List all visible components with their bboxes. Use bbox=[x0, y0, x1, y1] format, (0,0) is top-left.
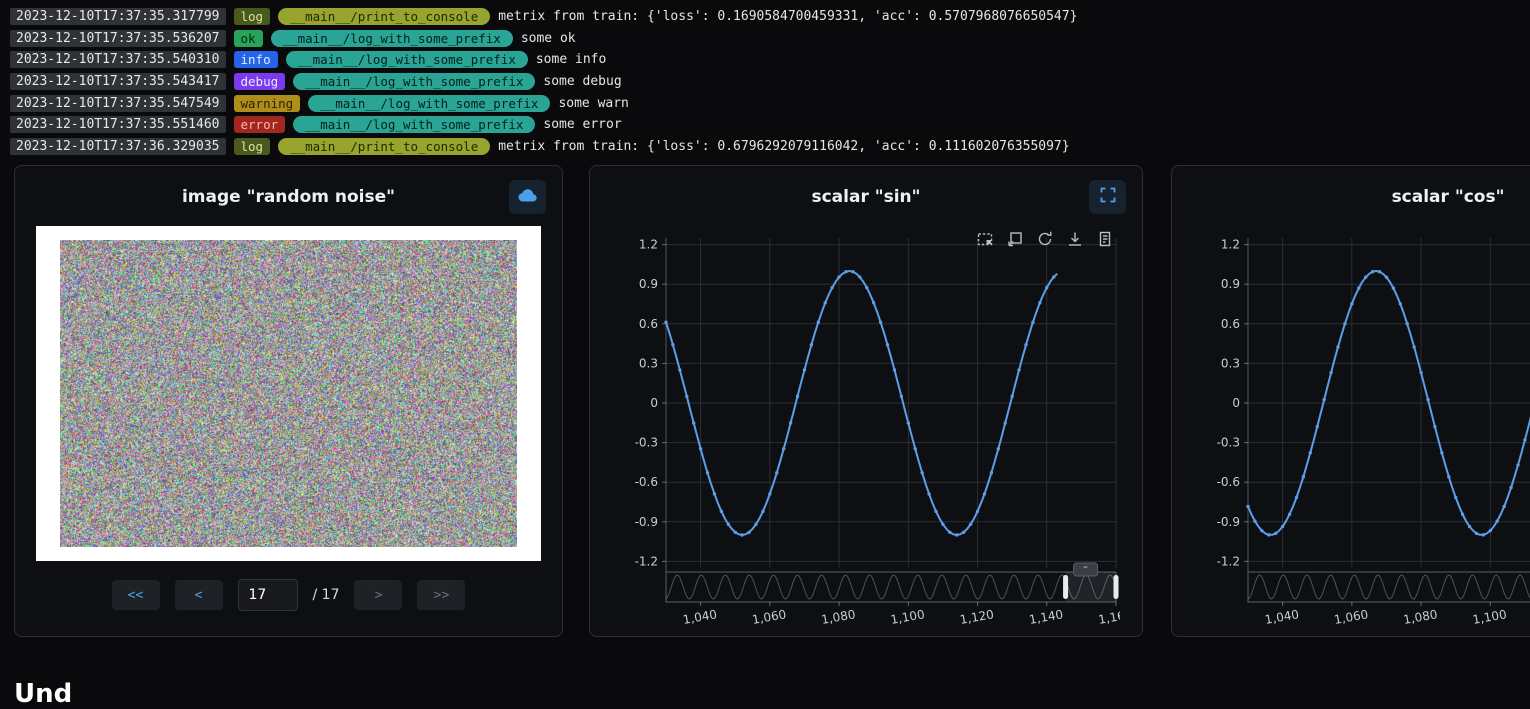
svg-text:‴: ‴ bbox=[1083, 566, 1088, 576]
log-row: 2023-12-10T17:37:36.329035 log __main__/… bbox=[10, 136, 1077, 158]
svg-text:1,040: 1,040 bbox=[1264, 607, 1300, 626]
log-message: some error bbox=[543, 117, 621, 132]
fullscreen-icon bbox=[1099, 186, 1117, 208]
svg-text:-0.9: -0.9 bbox=[635, 515, 658, 529]
box-select-icon[interactable] bbox=[976, 230, 994, 248]
reset-zoom-icon[interactable] bbox=[1006, 230, 1024, 248]
next-page-button[interactable]: > bbox=[354, 580, 402, 610]
log-row: 2023-12-10T17:37:35.547549 warning __mai… bbox=[10, 92, 1077, 114]
svg-text:1.2: 1.2 bbox=[1221, 238, 1240, 252]
log-timestamp: 2023-12-10T17:37:36.329035 bbox=[10, 138, 226, 155]
cos-chart-card: scalar "cos" 1.2 0.9 0.6 0.3 0 -0.3 -0.6 -0.9 -1… bbox=[1171, 165, 1530, 637]
svg-text:1,100: 1,100 bbox=[1471, 607, 1507, 626]
svg-text:1.2: 1.2 bbox=[639, 238, 658, 252]
log-module-pill[interactable]: __main__/print_to_console bbox=[278, 8, 490, 25]
cos-chart[interactable]: 1.20.90.60.30-0.3-0.6-0.9-1.2‴1,0401,060… bbox=[1190, 224, 1530, 626]
log-timestamp: 2023-12-10T17:37:35.317799 bbox=[10, 8, 226, 25]
log-row: 2023-12-10T17:37:35.551460 error __main_… bbox=[10, 114, 1077, 136]
svg-text:-0.3: -0.3 bbox=[1217, 436, 1240, 450]
log-message: some warn bbox=[558, 96, 628, 111]
svg-text:-1.2: -1.2 bbox=[635, 554, 658, 568]
refresh-icon[interactable] bbox=[1036, 230, 1054, 248]
page-number-input[interactable] bbox=[238, 579, 298, 611]
log-scale-icon[interactable] bbox=[1096, 230, 1114, 248]
log-module-pill[interactable]: __main__/log_with_some_prefix bbox=[286, 51, 528, 68]
sin-card-title: scalar "sin" bbox=[590, 187, 1142, 207]
prev-page-button[interactable]: < bbox=[175, 580, 223, 610]
log-level-badge: ok bbox=[234, 30, 263, 47]
image-pagination: << < / 17 > >> bbox=[15, 579, 562, 611]
cloud-download-button[interactable] bbox=[509, 180, 546, 214]
log-timestamp: 2023-12-10T17:37:35.536207 bbox=[10, 30, 226, 47]
svg-text:0.3: 0.3 bbox=[639, 356, 658, 370]
cloud-icon bbox=[517, 186, 539, 208]
last-page-button[interactable]: >> bbox=[417, 580, 465, 610]
cos-chart-area: 1.20.90.60.30-0.3-0.6-0.9-1.2‴1,0401,060… bbox=[1190, 224, 1530, 626]
image-frame bbox=[36, 226, 541, 561]
sin-chart[interactable]: 1.2 0.9 0.6 0.3 0 -0.3 -0.6 -0.9 -1.2 ‴ 1,040 1,060… bbox=[608, 224, 1120, 626]
log-message: metrix from train: {'loss': 0.6796292079… bbox=[498, 139, 1069, 154]
log-timestamp: 2023-12-10T17:37:35.543417 bbox=[10, 73, 226, 90]
svg-text:1,080: 1,080 bbox=[1402, 607, 1438, 626]
svg-text:0.9: 0.9 bbox=[1221, 277, 1240, 291]
svg-text:0.3: 0.3 bbox=[1221, 356, 1240, 370]
svg-text:0: 0 bbox=[1232, 396, 1240, 410]
svg-text:-0.6: -0.6 bbox=[635, 475, 658, 489]
section-heading: Und bbox=[14, 679, 72, 709]
log-row: 2023-12-10T17:37:35.317799 log __main__/… bbox=[10, 6, 1077, 28]
noise-canvas bbox=[60, 240, 517, 547]
svg-text:-0.9: -0.9 bbox=[1217, 515, 1240, 529]
log-timestamp: 2023-12-10T17:37:35.547549 bbox=[10, 95, 226, 112]
log-timestamp: 2023-12-10T17:37:35.551460 bbox=[10, 116, 226, 133]
log-module-pill[interactable]: __main__/log_with_some_prefix bbox=[271, 30, 513, 47]
svg-text:1,120: 1,120 bbox=[959, 607, 995, 626]
log-level-badge: log bbox=[234, 138, 271, 155]
log-level-badge: debug bbox=[234, 73, 286, 90]
log-level-badge: log bbox=[234, 8, 271, 25]
sin-chart-card: scalar "sin" 1.2 0.9 0.6 0.3 0 -0.3 -0.6 -0.9 -1… bbox=[589, 165, 1143, 637]
svg-text:0: 0 bbox=[650, 396, 658, 410]
first-page-button[interactable]: << bbox=[112, 580, 160, 610]
log-message: some debug bbox=[543, 74, 621, 89]
log-row: 2023-12-10T17:37:35.536207 ok __main__/l… bbox=[10, 28, 1077, 50]
svg-text:1,160: 1,160 bbox=[1097, 607, 1120, 626]
log-module-pill[interactable]: __main__/log_with_some_prefix bbox=[308, 95, 550, 112]
expand-button[interactable] bbox=[1089, 180, 1126, 214]
svg-text:-0.6: -0.6 bbox=[1217, 475, 1240, 489]
log-message: some info bbox=[536, 52, 606, 67]
svg-text:1,060: 1,060 bbox=[1333, 607, 1369, 626]
image-card-title: image "random noise" bbox=[15, 187, 562, 207]
cos-card-title: scalar "cos" bbox=[1172, 187, 1530, 207]
log-level-badge: warning bbox=[234, 95, 301, 112]
svg-text:1,040: 1,040 bbox=[682, 607, 718, 626]
svg-text:1,140: 1,140 bbox=[1028, 607, 1064, 626]
log-message: metrix from train: {'loss': 0.1690584700… bbox=[498, 9, 1077, 24]
log-module-pill[interactable]: __main__/log_with_some_prefix bbox=[293, 116, 535, 133]
log-row: 2023-12-10T17:37:35.540310 info __main__… bbox=[10, 49, 1077, 71]
log-console: 2023-12-10T17:37:35.317799 log __main__/… bbox=[10, 6, 1077, 157]
svg-text:1,080: 1,080 bbox=[820, 607, 856, 626]
svg-text:1,060: 1,060 bbox=[751, 607, 787, 626]
chart-toolbar bbox=[976, 230, 1114, 248]
page-total-label: / 17 bbox=[313, 587, 340, 603]
log-message: some ok bbox=[521, 31, 576, 46]
svg-text:-1.2: -1.2 bbox=[1217, 554, 1240, 568]
svg-text:0.6: 0.6 bbox=[1221, 317, 1240, 331]
sin-chart-area: 1.2 0.9 0.6 0.3 0 -0.3 -0.6 -0.9 -1.2 ‴ 1,040 1,060… bbox=[608, 224, 1120, 626]
svg-text:1,100: 1,100 bbox=[889, 607, 925, 626]
log-timestamp: 2023-12-10T17:37:35.540310 bbox=[10, 51, 226, 68]
svg-text:0.9: 0.9 bbox=[639, 277, 658, 291]
log-module-pill[interactable]: __main__/log_with_some_prefix bbox=[293, 73, 535, 90]
download-icon[interactable] bbox=[1066, 230, 1084, 248]
svg-text:-0.3: -0.3 bbox=[635, 436, 658, 450]
log-level-badge: error bbox=[234, 116, 286, 133]
svg-text:0.6: 0.6 bbox=[639, 317, 658, 331]
log-level-badge: info bbox=[234, 51, 278, 68]
log-row: 2023-12-10T17:37:35.543417 debug __main_… bbox=[10, 71, 1077, 93]
log-module-pill[interactable]: __main__/print_to_console bbox=[278, 138, 490, 155]
image-card: image "random noise" << < / 17 > >> bbox=[14, 165, 563, 637]
